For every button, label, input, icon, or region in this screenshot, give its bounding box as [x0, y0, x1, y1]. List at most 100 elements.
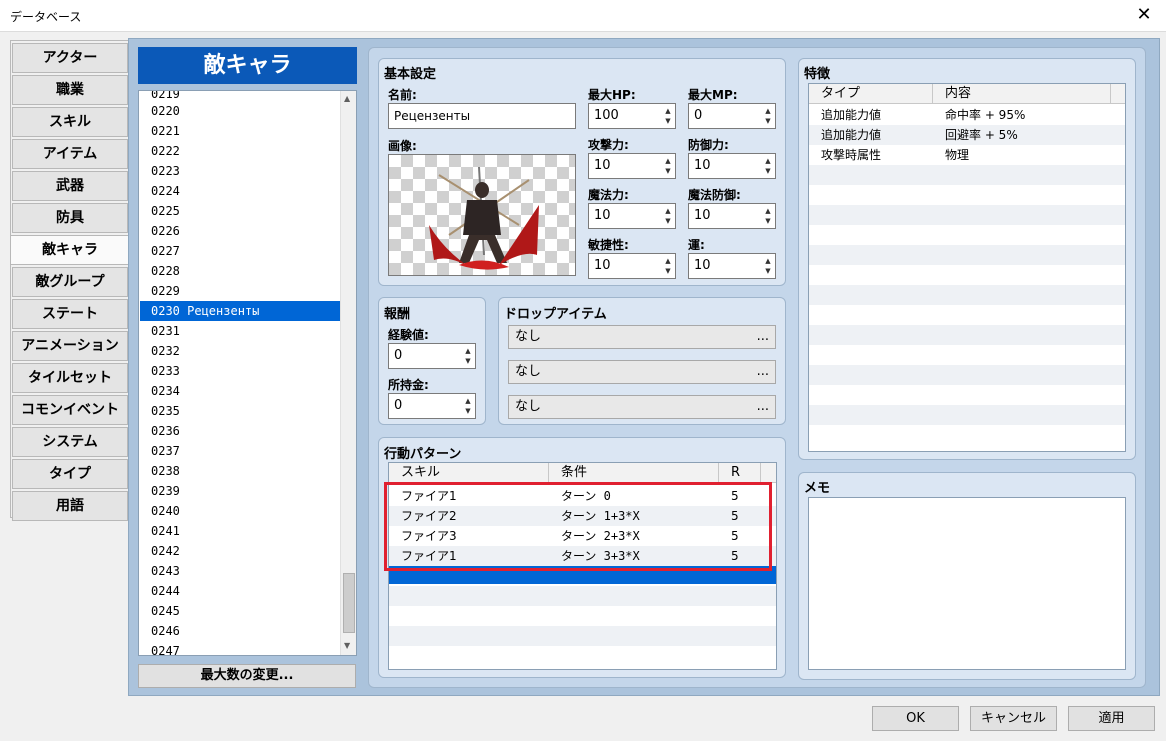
table-row[interactable]: [809, 265, 1125, 285]
agi-stepper[interactable]: 10 ▲ ▼: [588, 253, 676, 279]
nav-tileset[interactable]: タイルセット: [12, 363, 128, 393]
col-header-type[interactable]: タイプ: [809, 84, 933, 104]
spin-arrows-icon[interactable]: ▲ ▼: [763, 256, 773, 276]
nav-system[interactable]: システム: [12, 427, 128, 457]
list-item[interactable]: 0224: [140, 181, 341, 201]
table-row[interactable]: [809, 325, 1125, 345]
cancel-button[interactable]: キャンセル: [970, 706, 1057, 731]
col-header-rating[interactable]: R: [719, 463, 761, 483]
nav-common-event[interactable]: コモンイベント: [12, 395, 128, 425]
luk-stepper[interactable]: 10 ▲ ▼: [688, 253, 776, 279]
table-row[interactable]: 攻撃時属性 物理: [809, 145, 1125, 165]
list-item[interactable]: 0233: [140, 361, 341, 381]
table-row[interactable]: [389, 606, 776, 626]
spin-arrows-icon[interactable]: ▲ ▼: [763, 156, 773, 176]
spin-arrows-icon[interactable]: ▲ ▼: [463, 396, 473, 416]
table-row[interactable]: 追加能力値 回避率 + 5%: [809, 125, 1125, 145]
change-max-button[interactable]: 最大数の変更...: [138, 664, 356, 688]
list-item-selected[interactable]: 0230 Рецензенты: [140, 301, 341, 321]
scroll-down-icon[interactable]: ▼: [344, 641, 350, 650]
scrollbar-thumb[interactable]: [343, 573, 355, 633]
list-item[interactable]: 0220: [140, 101, 341, 121]
gold-stepper[interactable]: 0 ▲ ▼: [388, 393, 476, 419]
table-row[interactable]: [809, 225, 1125, 245]
spin-arrows-icon[interactable]: ▲ ▼: [463, 346, 473, 366]
nav-class[interactable]: 職業: [12, 75, 128, 105]
list-item[interactable]: 0231: [140, 321, 341, 341]
list-item[interactable]: 0238: [140, 461, 341, 481]
list-item[interactable]: 0244: [140, 581, 341, 601]
name-field[interactable]: Рецензенты: [388, 103, 576, 129]
list-item[interactable]: 0243: [140, 561, 341, 581]
spin-arrows-icon[interactable]: ▲ ▼: [663, 156, 673, 176]
browse-icon[interactable]: ...: [757, 396, 769, 418]
maxmp-stepper[interactable]: 0 ▲ ▼: [688, 103, 776, 129]
list-item[interactable]: 0229: [140, 281, 341, 301]
def-stepper[interactable]: 10 ▲ ▼: [688, 153, 776, 179]
nav-state[interactable]: ステート: [12, 299, 128, 329]
col-header-condition[interactable]: 条件: [549, 463, 719, 483]
list-item[interactable]: 0245: [140, 601, 341, 621]
table-row[interactable]: [809, 305, 1125, 325]
table-row[interactable]: [809, 405, 1125, 425]
table-row[interactable]: [389, 586, 776, 606]
list-item[interactable]: 0240: [140, 501, 341, 521]
table-row[interactable]: [389, 626, 776, 646]
drop-item-3[interactable]: なし...: [508, 395, 776, 419]
drop-item-1[interactable]: なし...: [508, 325, 776, 349]
list-item[interactable]: 0222: [140, 141, 341, 161]
nav-skill[interactable]: スキル: [12, 107, 128, 137]
mat-stepper[interactable]: 10 ▲ ▼: [588, 203, 676, 229]
nav-armor[interactable]: 防具: [12, 203, 128, 233]
list-item[interactable]: 0226: [140, 221, 341, 241]
browse-icon[interactable]: ...: [757, 361, 769, 383]
spin-arrows-icon[interactable]: ▲ ▼: [763, 106, 773, 126]
apply-button[interactable]: 適用: [1068, 706, 1155, 731]
list-item[interactable]: 0241: [140, 521, 341, 541]
list-item[interactable]: 0227: [140, 241, 341, 261]
list-item[interactable]: 0223: [140, 161, 341, 181]
nav-terms[interactable]: 用語: [12, 491, 128, 521]
list-item[interactable]: 0236: [140, 421, 341, 441]
list-item[interactable]: 0234: [140, 381, 341, 401]
close-icon[interactable]: ✕: [1132, 4, 1156, 25]
ok-button[interactable]: OK: [872, 706, 959, 731]
nav-item[interactable]: アイテム: [12, 139, 128, 169]
mdf-stepper[interactable]: 10 ▲ ▼: [688, 203, 776, 229]
table-row[interactable]: [809, 385, 1125, 405]
drop-item-2[interactable]: なし...: [508, 360, 776, 384]
table-row[interactable]: [809, 285, 1125, 305]
nav-weapon[interactable]: 武器: [12, 171, 128, 201]
exp-stepper[interactable]: 0 ▲ ▼: [388, 343, 476, 369]
spin-arrows-icon[interactable]: ▲ ▼: [663, 106, 673, 126]
scroll-up-icon[interactable]: ▲: [344, 94, 350, 103]
nav-type[interactable]: タイプ: [12, 459, 128, 489]
browse-icon[interactable]: ...: [757, 326, 769, 348]
list-item[interactable]: 0225: [140, 201, 341, 221]
table-row[interactable]: [809, 365, 1125, 385]
list-item[interactable]: 0237: [140, 441, 341, 461]
nav-enemy[interactable]: 敵キャラ: [10, 235, 130, 265]
list-item[interactable]: 0221: [140, 121, 341, 141]
atk-stepper[interactable]: 10 ▲ ▼: [588, 153, 676, 179]
table-row[interactable]: [809, 345, 1125, 365]
enemy-image[interactable]: [388, 154, 576, 276]
list-item[interactable]: 0247: [140, 641, 341, 655]
list-item[interactable]: 0235: [140, 401, 341, 421]
list-item[interactable]: 0232: [140, 341, 341, 361]
list-scrollbar[interactable]: ▲ ▼: [340, 91, 356, 655]
memo-textarea[interactable]: [808, 497, 1126, 670]
list-item[interactable]: 0228: [140, 261, 341, 281]
maxhp-stepper[interactable]: 100 ▲ ▼: [588, 103, 676, 129]
spin-arrows-icon[interactable]: ▲ ▼: [763, 206, 773, 226]
table-row[interactable]: [809, 205, 1125, 225]
traits-table[interactable]: タイプ 内容 追加能力値 命中率 + 95% 追加能力値 回避率 + 5% 攻撃…: [808, 83, 1126, 452]
table-row[interactable]: [809, 245, 1125, 265]
col-header-content[interactable]: 内容: [933, 84, 1111, 104]
table-row[interactable]: [809, 185, 1125, 205]
nav-actor[interactable]: アクター: [12, 43, 128, 73]
nav-troop[interactable]: 敵グループ: [12, 267, 128, 297]
table-row[interactable]: [809, 425, 1125, 445]
list-item[interactable]: 0239: [140, 481, 341, 501]
nav-animation[interactable]: アニメーション: [12, 331, 128, 361]
